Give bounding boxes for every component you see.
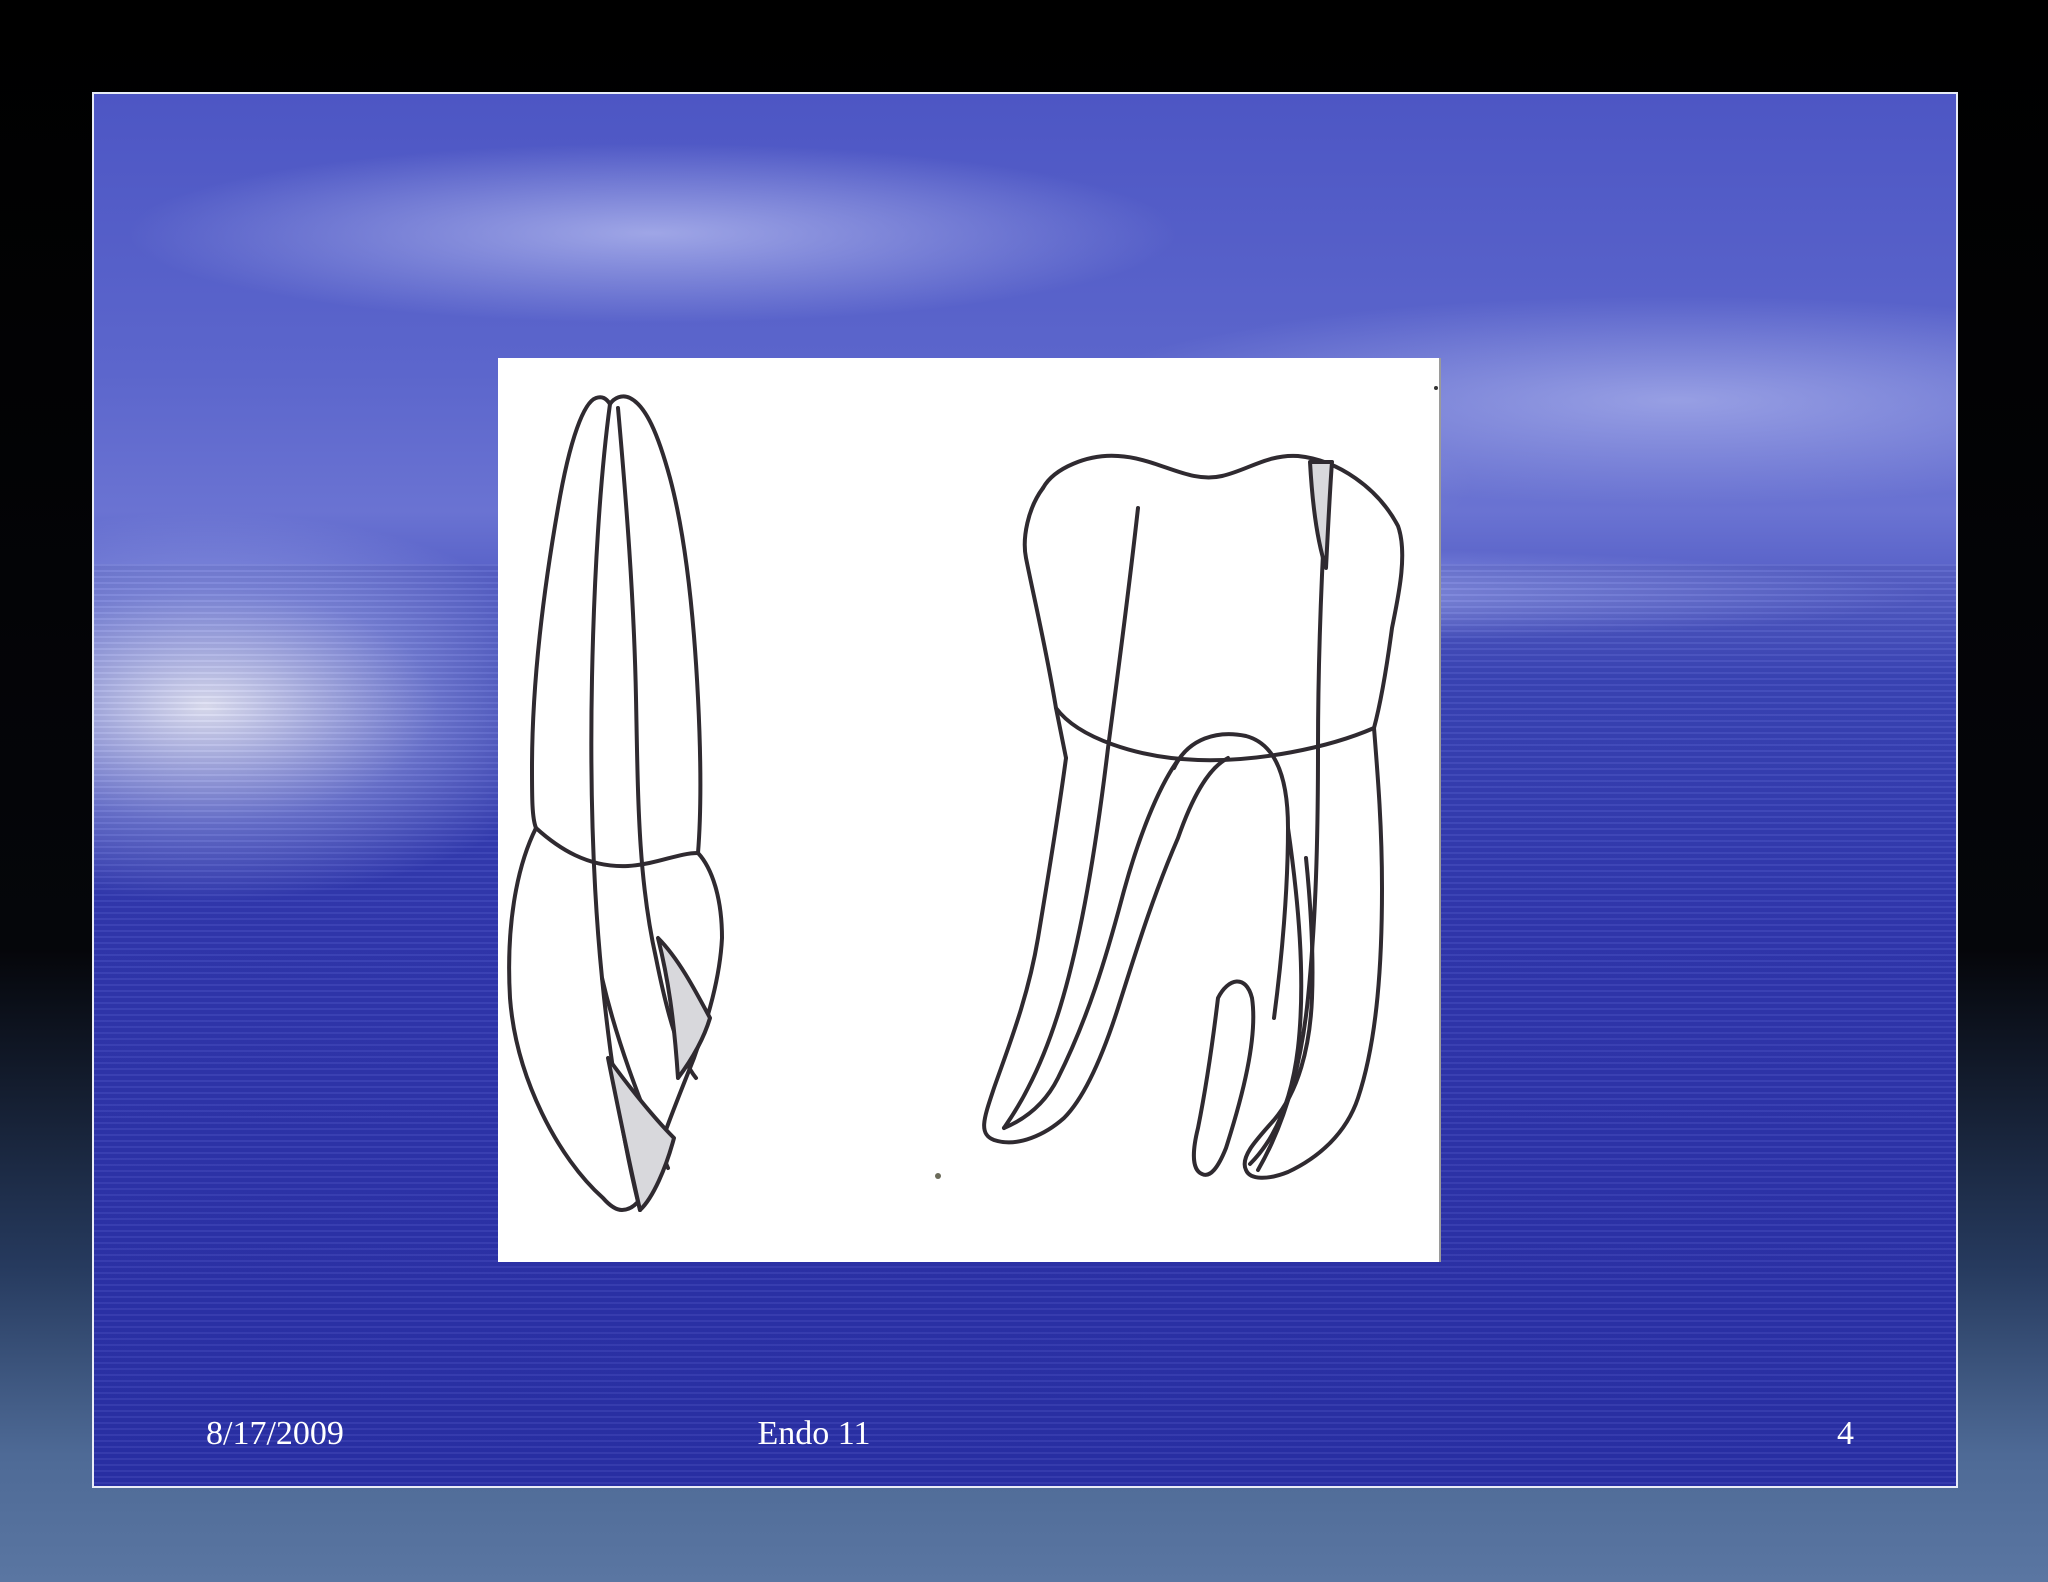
slide: 8/17/2009 Endo 11 4 [92,92,1958,1488]
tooth-diagram [498,358,1441,1262]
scan-speck [935,1173,941,1179]
footer-title: Endo 11 [757,1415,871,1452]
molar-pulp-shade [1308,460,1334,570]
footer-page-number: 4 [1837,1415,1854,1452]
premolar-pulp-shade-2 [606,1056,676,1212]
molar-outline [982,453,1405,1180]
scan-speck [1434,386,1438,390]
footer-date: 8/17/2009 [206,1415,344,1452]
